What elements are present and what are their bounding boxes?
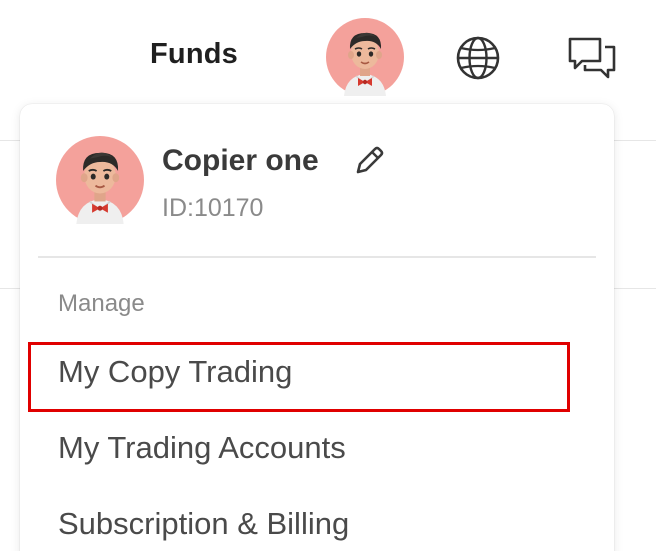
pencil-edit-icon[interactable]	[352, 144, 386, 178]
globe-icon[interactable]	[454, 34, 502, 82]
chat-icon[interactable]	[566, 34, 618, 82]
menu-item-my-copy-trading[interactable]: My Copy Trading	[58, 354, 292, 390]
background-divider	[0, 140, 20, 141]
manage-section-label: Manage	[58, 290, 145, 317]
profile-avatar	[56, 136, 144, 224]
account-dropdown-menu: Copier one ID:10170 Manage My Copy Tradi…	[20, 104, 614, 551]
profile-name: Copier one	[162, 144, 319, 177]
background-divider	[0, 288, 20, 289]
user-avatar[interactable]	[326, 18, 404, 96]
avatar-illustration-icon	[326, 18, 404, 96]
avatar-illustration-icon	[56, 136, 144, 224]
menu-divider	[38, 256, 596, 258]
page: Funds Copier one ID:10170 Manage My Copy…	[0, 0, 656, 551]
top-header: Funds	[0, 0, 656, 104]
background-divider	[614, 140, 656, 141]
background-divider	[614, 288, 656, 289]
profile-id: ID:10170	[162, 194, 264, 222]
funds-link[interactable]: Funds	[150, 38, 238, 71]
menu-item-subscription-billing[interactable]: Subscription & Billing	[58, 506, 349, 542]
menu-item-my-trading-accounts[interactable]: My Trading Accounts	[58, 430, 346, 466]
